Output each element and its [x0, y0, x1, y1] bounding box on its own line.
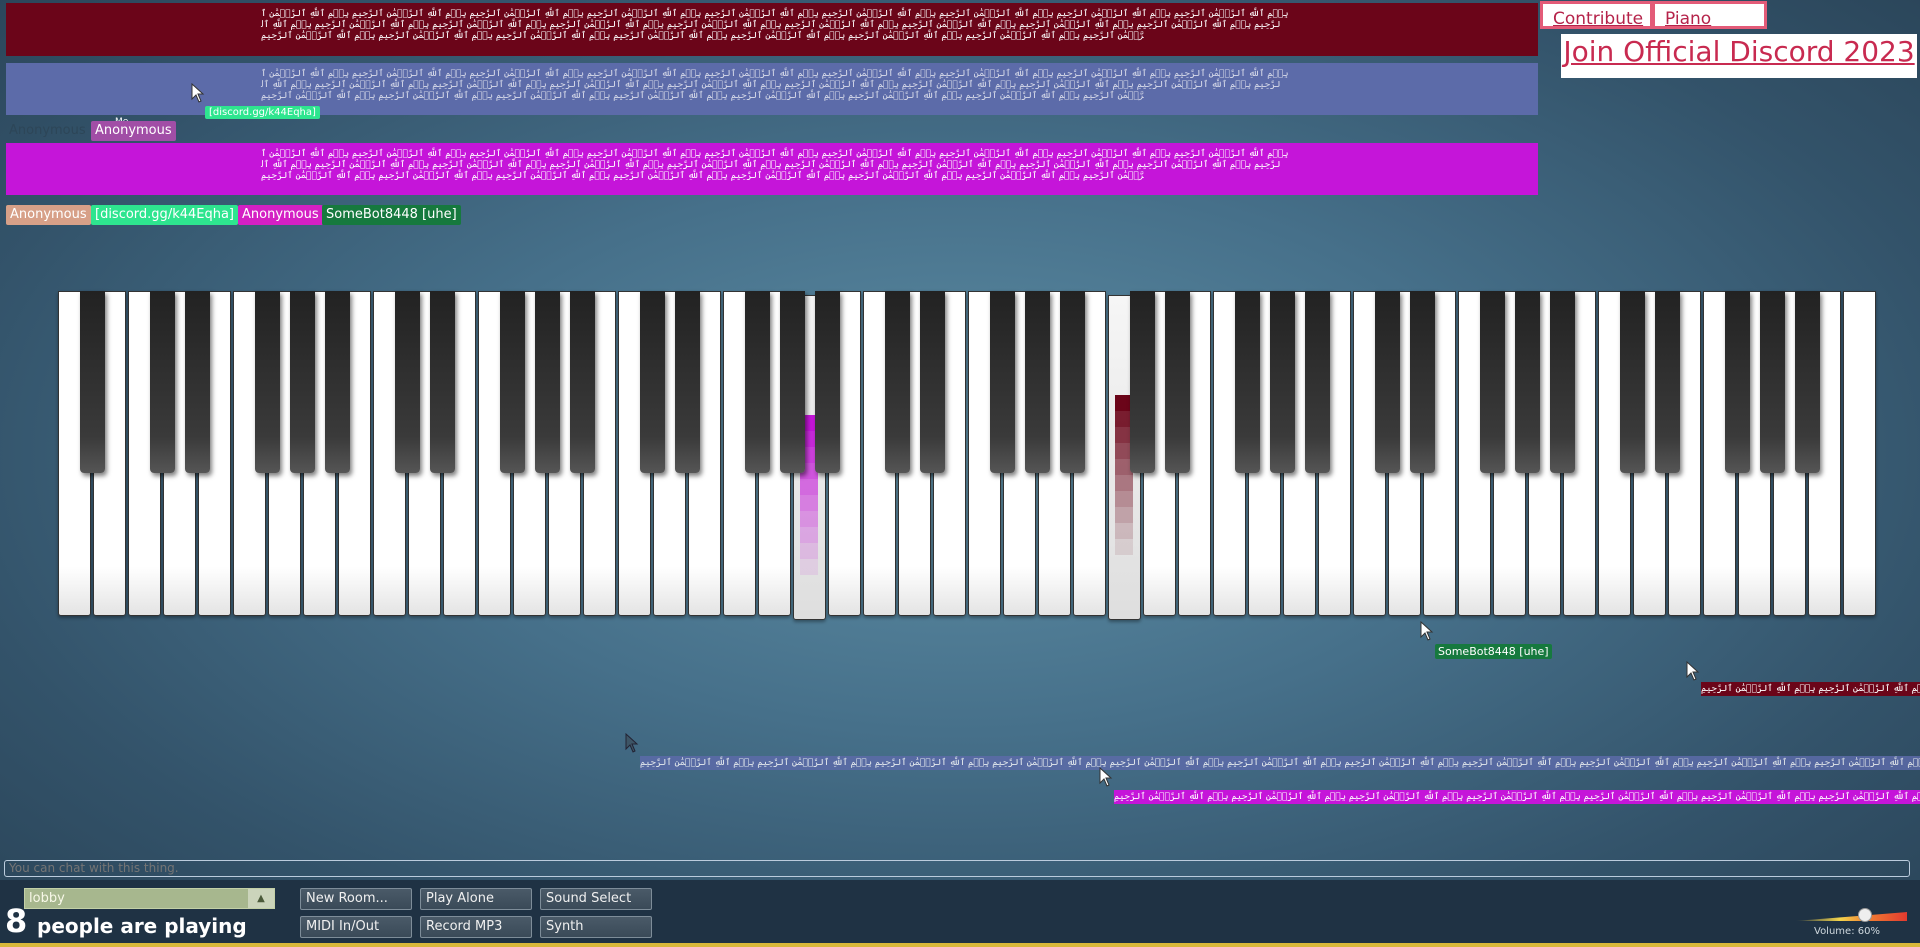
cursor-icon: [1686, 661, 1700, 681]
volume-label: Volume: 60%: [1814, 926, 1880, 937]
black-key[interactable]: [80, 291, 105, 473]
black-key[interactable]: [395, 291, 420, 473]
black-key[interactable]: [1130, 291, 1155, 473]
black-key[interactable]: [1060, 291, 1085, 473]
black-key[interactable]: [1410, 291, 1435, 473]
user-chip-anonymous[interactable]: Anonymous: [6, 205, 91, 225]
black-key[interactable]: [570, 291, 595, 473]
user-chip-anonymous[interactable]: Anonymous: [238, 205, 323, 225]
black-key[interactable]: [1025, 291, 1050, 473]
black-key[interactable]: [1515, 291, 1540, 473]
player-count-label: people are playing: [37, 914, 247, 938]
black-key[interactable]: [1270, 291, 1295, 473]
black-key[interactable]: [885, 291, 910, 473]
user-chip-me[interactable]: Anonymous: [91, 121, 176, 141]
user-chip-anonymous-faded[interactable]: Anonymous: [5, 121, 90, 141]
synth-button[interactable]: Synth: [540, 916, 652, 938]
cursor-icon: [191, 83, 205, 103]
black-key[interactable]: [535, 291, 560, 473]
user-name-spam: بِسۡمِ ٱللَّهِ ٱلرَّحۡمَٰنِ ٱلرَّحِيمِ ب…: [261, 69, 1289, 101]
play-alone-button[interactable]: Play Alone: [420, 888, 532, 910]
user-name-spam: بِسۡمِ ٱللَّهِ ٱلرَّحۡمَٰنِ ٱلرَّحِيمِ ب…: [261, 149, 1289, 181]
black-key[interactable]: [1165, 291, 1190, 473]
volume-knob[interactable]: [1858, 908, 1872, 922]
black-key[interactable]: [1760, 291, 1785, 473]
user-chip-discord[interactable]: [discord.gg/k44Eqha]: [91, 205, 239, 225]
cursor-label-stream-magenta: بِسۡمِ ٱللَّهِ ٱلرَّحۡمَٰنِ ٱلرَّحِيمِ ب…: [1114, 790, 1920, 804]
sound-select-button[interactable]: Sound Select: [540, 888, 652, 910]
black-key[interactable]: [325, 291, 350, 473]
black-key[interactable]: [990, 291, 1015, 473]
user-name-spam: بِسۡمِ ٱللَّهِ ٱلرَّحۡمَٰنِ ٱلرَّحِيمِ ب…: [261, 9, 1289, 41]
black-key[interactable]: [1550, 291, 1575, 473]
discord-link[interactable]: Join Official Discord 2023: [1561, 34, 1917, 78]
chat-input[interactable]: [4, 860, 1910, 877]
black-key[interactable]: [1795, 291, 1820, 473]
volume-control[interactable]: Volume: 60%: [1795, 908, 1915, 940]
black-key[interactable]: [1725, 291, 1750, 473]
contribute-link[interactable]: Contribute: [1540, 1, 1653, 29]
new-room-button[interactable]: New Room...: [300, 888, 412, 910]
black-key[interactable]: [640, 291, 665, 473]
floating-user-label: [discord.gg/k44Eqha]: [205, 106, 320, 119]
black-key[interactable]: [1305, 291, 1330, 473]
chevron-up-icon[interactable]: ▲: [248, 889, 274, 908]
black-key[interactable]: [430, 291, 455, 473]
black-key[interactable]: [255, 291, 280, 473]
black-key[interactable]: [1620, 291, 1645, 473]
black-key[interactable]: [780, 291, 805, 473]
black-key[interactable]: [1480, 291, 1505, 473]
cursor-label-stream-periwinkle: بِسۡمِ ٱللَّهِ ٱلرَّحۡمَٰنِ ٱلرَّحِيمِ ب…: [640, 756, 1920, 770]
black-key[interactable]: [1375, 291, 1400, 473]
user-bar-dark-red: بِسۡمِ ٱللَّهِ ٱلرَّحۡمَٰنِ ٱلرَّحِيمِ ب…: [6, 3, 1538, 56]
bottom-bar: lobby ▲ 8 people are playing New Room...…: [0, 880, 1920, 947]
black-key[interactable]: [1235, 291, 1260, 473]
black-key[interactable]: [150, 291, 175, 473]
cursor-icon: [1420, 621, 1434, 641]
black-key[interactable]: [675, 291, 700, 473]
player-count: 8: [5, 902, 28, 940]
piano-blog-link[interactable]: Piano Blog: [1652, 1, 1767, 59]
user-chip-somebot[interactable]: SomeBot8448 [uhe]: [322, 205, 461, 225]
white-key[interactable]: [1843, 291, 1876, 616]
black-key[interactable]: [500, 291, 525, 473]
room-select[interactable]: lobby ▲: [24, 888, 275, 909]
black-key[interactable]: [815, 291, 840, 473]
volume-track[interactable]: [1795, 912, 1907, 921]
black-key[interactable]: [185, 291, 210, 473]
black-key[interactable]: [290, 291, 315, 473]
black-key[interactable]: [1655, 291, 1680, 473]
piano-keyboard[interactable]: [58, 291, 1878, 620]
midi-button[interactable]: MIDI In/Out: [300, 916, 412, 938]
cursor-icon: [625, 733, 639, 753]
room-name: lobby: [29, 891, 65, 906]
cursor-label-somebot: SomeBot8448 [uhe]: [1435, 644, 1552, 659]
user-bar-magenta: بِسۡمِ ٱللَّهِ ٱلرَّحۡمَٰنِ ٱلرَّحِيمِ ب…: [6, 143, 1538, 195]
record-mp3-button[interactable]: Record MP3: [420, 916, 532, 938]
cursor-label-stream-red: بِسۡمِ ٱللَّهِ ٱلرَّحۡمَٰنِ ٱلرَّحِيمِ ب…: [1701, 682, 1920, 696]
black-key[interactable]: [745, 291, 770, 473]
cursor-icon: [1099, 767, 1113, 787]
black-key[interactable]: [920, 291, 945, 473]
